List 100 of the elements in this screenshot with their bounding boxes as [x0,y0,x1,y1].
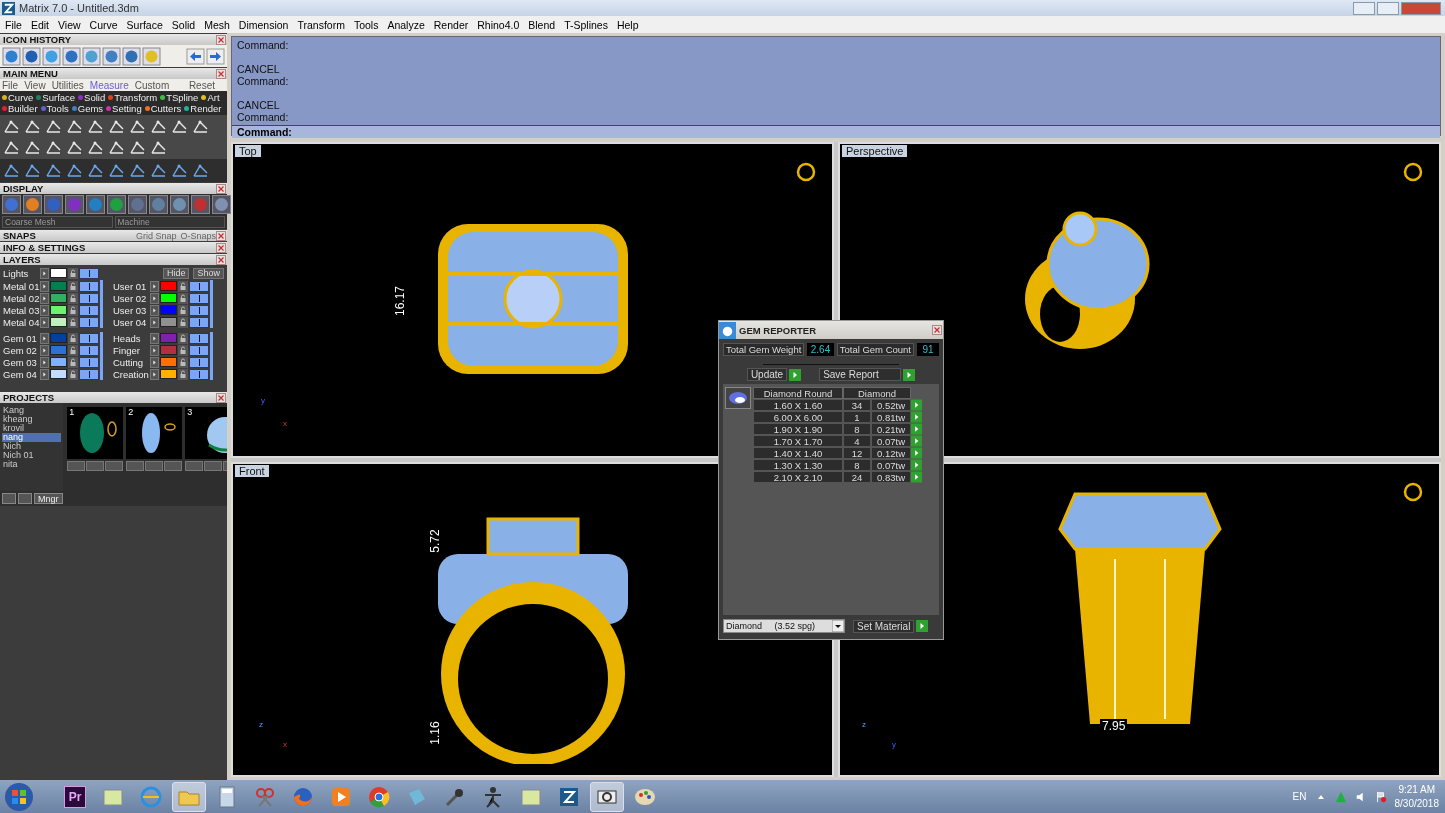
layer-color-swatch[interactable] [160,369,177,379]
lock-icon[interactable] [68,292,78,304]
lock-icon[interactable] [178,292,188,304]
menu-item[interactable]: Dimension [238,18,289,31]
category-link[interactable]: Setting [112,103,142,114]
menu-item[interactable]: View [58,18,81,31]
visibility-toggle[interactable] [79,356,99,368]
layer-color-swatch[interactable] [50,369,67,379]
layer-color-swatch[interactable] [50,333,67,343]
visibility-toggle[interactable] [189,332,209,344]
show-button[interactable]: Show [193,267,224,279]
lock-icon[interactable] [68,280,78,292]
command-prompt[interactable]: Command: [232,125,1440,138]
project-item[interactable]: nita [2,460,62,469]
menu-tab[interactable]: Measure [89,79,129,91]
project-item[interactable]: Kang [2,406,62,415]
layer-color-swatch[interactable] [160,345,177,355]
visibility-toggle[interactable] [189,368,209,380]
layer-color-swatch[interactable] [50,345,67,355]
close-icon[interactable] [216,34,226,45]
close-icon[interactable] [216,242,226,253]
menu-item[interactable]: Mesh [204,18,230,31]
visibility-toggle[interactable] [79,267,99,279]
menu-item[interactable]: Edit [30,18,49,31]
visibility-toggle[interactable] [79,368,99,380]
layer-color-swatch[interactable] [160,293,177,303]
shading-icon[interactable] [23,195,42,214]
category-link[interactable]: Surface [42,92,76,103]
tool-icon[interactable] [2,46,21,66]
viewport-label[interactable]: Perspective [842,145,908,157]
layer-color-swatch[interactable] [50,357,67,367]
layer-color-swatch[interactable] [160,317,177,327]
category-link[interactable]: Tools [46,103,69,114]
menu-item[interactable]: Tools [353,18,379,31]
visibility-toggle[interactable] [79,316,99,328]
layer-color-swatch[interactable] [160,281,177,291]
o-snaps-toggle[interactable]: O-Snaps [180,230,216,241]
menu-item[interactable]: Analyze [387,18,425,31]
layer-color-swatch[interactable] [160,357,177,367]
hide-button[interactable]: Hide [162,267,190,279]
layer-color-swatch[interactable] [160,305,177,315]
layer-color-swatch[interactable] [50,281,67,291]
menu-tab[interactable]: View [24,79,46,91]
tool-icon[interactable] [22,46,41,66]
lock-icon[interactable] [178,304,188,316]
mesh-dropdown[interactable]: Coarse Mesh [2,216,113,228]
project-item[interactable]: Nich [2,442,62,451]
category-link[interactable]: Gems [77,103,104,114]
tool-icon[interactable] [62,46,81,66]
category-link[interactable]: Art [207,92,220,103]
layer-color-swatch[interactable] [50,268,67,278]
visibility-toggle[interactable] [79,332,99,344]
menu-item[interactable]: Transform [297,18,345,31]
layer-color-swatch[interactable] [50,317,67,327]
lock-icon[interactable] [178,344,188,356]
tool-icon[interactable] [102,46,121,66]
lock-icon[interactable] [68,344,78,356]
save-report-button[interactable]: Save Report [819,368,902,381]
add-button[interactable] [126,461,145,471]
close-icon[interactable] [216,392,226,403]
category-link[interactable]: TSpline [166,92,199,103]
start-button[interactable] [4,781,34,812]
taskbar-app[interactable]: Pr [58,781,92,812]
category-link[interactable]: Render [190,103,222,114]
add-button[interactable] [67,461,86,471]
category-link[interactable]: Builder [8,103,38,114]
layer-color-swatch[interactable] [50,305,67,315]
lock-icon[interactable] [68,316,78,328]
close-button[interactable] [1401,1,1441,15]
play-button[interactable] [916,620,929,632]
material-dropdown[interactable]: Machine [114,216,225,228]
lock-icon[interactable] [68,332,78,344]
set-material-button[interactable]: Set Material [853,619,915,633]
project-item[interactable]: kheang [2,415,62,424]
save-button[interactable] [204,461,223,471]
visibility-toggle[interactable] [79,344,99,356]
close-icon[interactable] [932,325,942,335]
menu-item[interactable]: Surface [126,18,163,31]
menu-item[interactable]: File [5,18,22,31]
menu-tab[interactable]: Utilities [51,79,84,91]
project-item[interactable]: Nich 01 [2,451,62,460]
menu-item[interactable]: Render [433,18,469,31]
menu-item[interactable]: Blend [528,18,556,31]
menu-tab[interactable]: File [2,79,19,91]
category-link[interactable]: Cutters [150,103,182,114]
visibility-toggle[interactable] [189,292,209,304]
project-item[interactable]: krovil [2,424,62,433]
close-icon[interactable] [216,68,226,79]
menu-item[interactable]: Solid [171,18,196,31]
layer-color-swatch[interactable] [50,293,67,303]
menu-tab[interactable]: Custom [134,79,170,91]
reset-link[interactable]: Reset [188,79,215,91]
lock-icon[interactable] [68,356,78,368]
grid-snap-toggle[interactable]: Grid Snap [135,230,177,241]
manager-button[interactable]: Mngr [34,493,63,504]
lock-icon[interactable] [178,332,188,344]
visibility-toggle[interactable] [79,292,99,304]
flag-icon[interactable] [1374,790,1387,803]
lock-icon[interactable] [68,267,78,279]
save-button[interactable] [145,461,164,471]
